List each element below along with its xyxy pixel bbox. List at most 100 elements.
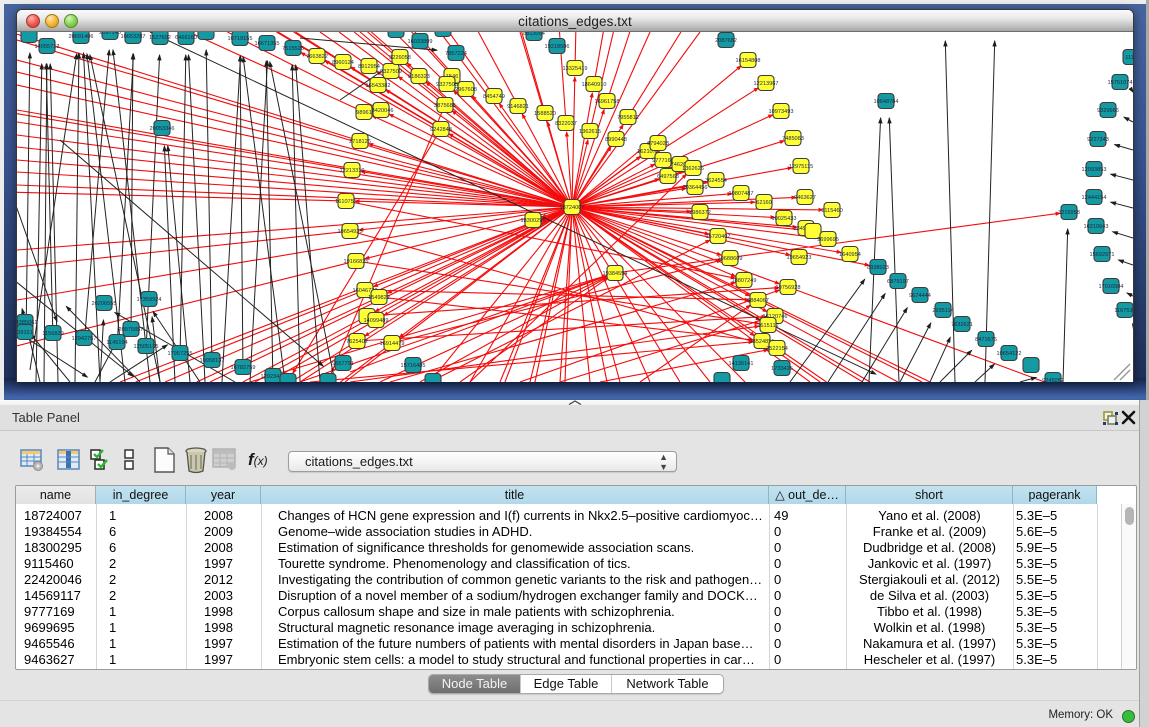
- svg-text:10958137: 10958137: [200, 358, 225, 364]
- svg-text:10653287: 10653287: [121, 34, 146, 40]
- svg-text:14055712: 14055712: [35, 44, 60, 50]
- svg-text:2522154: 2522154: [766, 346, 788, 352]
- svg-text:1362615: 1362615: [579, 129, 601, 135]
- svg-text:7955812: 7955812: [617, 115, 639, 121]
- svg-text:8454749: 8454749: [483, 94, 505, 100]
- svg-text:10688609: 10688609: [718, 256, 743, 262]
- svg-text:10654122: 10654122: [997, 351, 1022, 357]
- svg-text:19654935: 19654935: [338, 229, 363, 235]
- svg-text:1610755: 1610755: [335, 199, 357, 205]
- svg-text:10807487: 10807487: [729, 191, 754, 197]
- svg-text:16961758: 16961758: [595, 99, 620, 105]
- svg-text:18807249: 18807249: [732, 278, 757, 284]
- svg-text:20691406: 20691406: [69, 34, 94, 40]
- svg-text:62160: 62160: [756, 200, 772, 206]
- svg-text:1588520: 1588520: [534, 111, 556, 117]
- svg-text:15751074: 15751074: [1108, 80, 1133, 86]
- svg-text:10025433: 10025433: [772, 216, 797, 222]
- svg-text:2718126: 2718126: [349, 139, 371, 145]
- svg-text:16671355: 16671355: [255, 41, 280, 47]
- svg-text:9146821: 9146821: [507, 104, 529, 110]
- svg-text:1156829: 1156829: [42, 331, 63, 337]
- svg-text:9674444: 9674444: [909, 293, 931, 299]
- svg-text:2935114: 2935114: [932, 308, 953, 314]
- svg-text:2087682: 2087682: [715, 38, 737, 44]
- svg-text:9242848: 9242848: [430, 127, 452, 133]
- svg-text:16782759: 16782759: [231, 365, 256, 371]
- svg-text:19384554: 19384554: [603, 271, 628, 277]
- svg-text:9657791: 9657791: [332, 361, 354, 367]
- svg-text:8813054: 8813054: [523, 32, 545, 37]
- svg-text:10719155: 10719155: [228, 36, 253, 42]
- svg-text:6879197: 6879197: [887, 279, 909, 285]
- svg-text:8960124: 8960124: [332, 60, 354, 66]
- svg-text:12975115: 12975115: [789, 164, 813, 170]
- svg-text:98961: 98961: [356, 110, 372, 116]
- svg-text:7663822: 7663822: [306, 54, 328, 60]
- svg-text:19218506: 19218506: [545, 44, 570, 50]
- svg-text:16543382: 16543382: [366, 83, 391, 89]
- svg-text:12942757: 12942757: [72, 336, 97, 342]
- svg-text:1733426: 1733426: [771, 366, 793, 372]
- svg-text:6466160: 6466160: [175, 35, 197, 41]
- svg-text:12444154: 12444154: [1082, 195, 1107, 201]
- svg-text:1527602: 1527602: [149, 35, 171, 41]
- svg-text:9884067: 9884067: [747, 298, 769, 304]
- svg-text:9329966: 9329966: [1097, 108, 1119, 114]
- svg-text:14136141: 14136141: [729, 361, 754, 367]
- svg-text:1362626: 1362626: [682, 166, 704, 172]
- svg-text:12093853: 12093853: [1082, 167, 1107, 173]
- svg-text:9227343: 9227343: [1087, 137, 1109, 143]
- svg-text:9463627: 9463627: [794, 195, 816, 201]
- svg-text:8186323: 8186323: [408, 74, 430, 80]
- svg-text:8322037: 8322037: [555, 121, 577, 127]
- svg-text:10648784: 10648784: [874, 99, 899, 105]
- svg-text:39151: 39151: [17, 330, 33, 336]
- svg-text:7515526: 7515526: [282, 46, 304, 52]
- svg-text:7857224: 7857224: [445, 51, 467, 57]
- svg-text:1167534: 1167534: [1114, 308, 1133, 314]
- svg-text:17016504: 17016504: [1099, 284, 1124, 290]
- svg-text:6794028: 6794028: [647, 141, 669, 147]
- svg-text:14099489: 14099489: [364, 318, 389, 324]
- svg-text:16914479: 16914479: [380, 341, 405, 347]
- svg-text:20053346: 20053346: [150, 126, 175, 132]
- svg-text:9115460: 9115460: [821, 208, 842, 214]
- svg-text:12505135: 12505135: [134, 344, 159, 350]
- svg-text:16033809: 16033809: [408, 39, 433, 45]
- svg-text:15692971: 15692971: [1090, 252, 1115, 258]
- svg-text:9327509: 9327509: [380, 69, 402, 75]
- svg-text:8990448: 8990448: [605, 137, 627, 143]
- svg-text:2967608: 2967608: [455, 87, 477, 93]
- svg-text:1640954: 1640954: [839, 252, 861, 258]
- svg-text:18724007: 18724007: [560, 205, 585, 211]
- svg-text:13325419: 13325419: [563, 66, 588, 72]
- svg-text:20364456: 20364456: [683, 185, 708, 191]
- svg-text:1112: 1112: [1125, 55, 1133, 61]
- svg-text:7986372: 7986372: [689, 210, 711, 216]
- svg-text:1549822: 1549822: [368, 295, 390, 301]
- svg-text:1145194: 1145194: [106, 340, 127, 346]
- svg-text:16154808: 16154808: [736, 58, 761, 64]
- svg-text:15720407: 15720407: [706, 234, 731, 240]
- svg-text:17957255: 17957255: [168, 351, 193, 357]
- svg-text:3875685: 3875685: [434, 103, 456, 109]
- svg-text:20206555: 20206555: [92, 301, 117, 307]
- svg-text:6497568: 6497568: [657, 174, 679, 180]
- svg-text:18640910: 18640910: [582, 82, 607, 88]
- svg-text:3624554: 3624554: [705, 178, 727, 184]
- svg-text:7485063: 7485063: [782, 136, 804, 142]
- svg-text:10973493: 10973493: [769, 109, 794, 115]
- svg-text:8471676: 8471676: [975, 337, 997, 343]
- svg-text:8938923: 8938923: [867, 265, 889, 271]
- svg-text:8912954: 8912954: [358, 64, 380, 70]
- svg-text:15716485: 15716485: [401, 363, 426, 369]
- svg-text:20975857: 20975857: [119, 327, 144, 333]
- svg-text:18300295: 18300295: [521, 218, 546, 224]
- svg-text:7632621: 7632621: [951, 322, 973, 328]
- svg-text:16210643: 16210643: [1084, 224, 1109, 230]
- svg-text:2097140: 2097140: [99, 32, 121, 36]
- svg-text:9699695: 9699695: [817, 237, 839, 243]
- svg-text:19756928: 19756928: [776, 285, 801, 291]
- svg-text:7625402: 7625402: [346, 339, 368, 345]
